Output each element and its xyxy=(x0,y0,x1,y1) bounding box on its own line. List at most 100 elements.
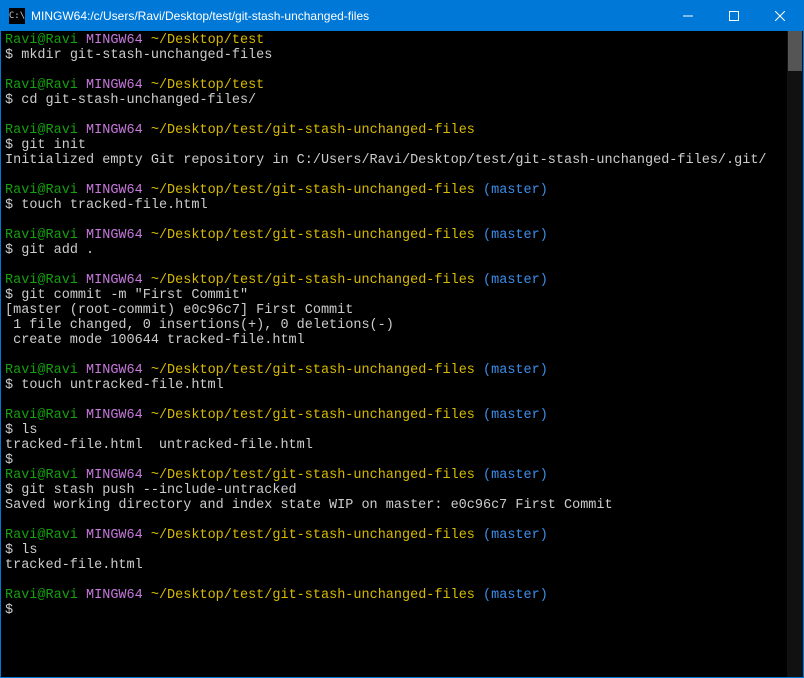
prompt-shell: MINGW64 xyxy=(86,183,143,198)
close-button[interactable] xyxy=(757,1,803,31)
prompt-path: ~/Desktop/test/git-stash-unchanged-files xyxy=(151,363,475,378)
minimize-icon xyxy=(683,11,693,21)
command-line: $ cd git-stash-unchanged-files/ xyxy=(5,93,799,108)
titlebar[interactable]: C:\ MINGW64:/c/Users/Ravi/Desktop/test/g… xyxy=(1,1,803,31)
output-line: Initialized empty Git repository in C:/U… xyxy=(5,153,799,168)
prompt-path: ~/Desktop/test/git-stash-unchanged-files xyxy=(151,588,475,603)
minimize-button[interactable] xyxy=(665,1,711,31)
scrollbar[interactable] xyxy=(787,31,803,677)
prompt-user: Ravi@Ravi xyxy=(5,33,78,48)
prompt-user: Ravi@Ravi xyxy=(5,363,78,378)
output-line: create mode 100644 tracked-file.html xyxy=(5,333,799,348)
prompt-dollar: $ xyxy=(5,543,13,558)
prompt-user: Ravi@Ravi xyxy=(5,183,78,198)
command-line: $ git init xyxy=(5,138,799,153)
prompt-dollar: $ xyxy=(5,243,13,258)
prompt-dollar: $ xyxy=(5,378,13,393)
prompt-user: Ravi@Ravi xyxy=(5,78,78,93)
command-text: git commit -m "First Commit" xyxy=(21,288,248,303)
scrollbar-thumb[interactable] xyxy=(788,31,802,71)
prompt-dollar: $ xyxy=(5,288,13,303)
blank-line xyxy=(5,63,799,78)
command-line: $ xyxy=(5,603,799,618)
blank-line xyxy=(5,393,799,408)
terminal-window: C:\ MINGW64:/c/Users/Ravi/Desktop/test/g… xyxy=(0,0,804,678)
blank-line xyxy=(5,108,799,123)
maximize-button[interactable] xyxy=(711,1,757,31)
close-icon xyxy=(775,11,785,21)
blank-line xyxy=(5,348,799,363)
prompt-line: Ravi@Ravi MINGW64 ~/Desktop/test xyxy=(5,33,799,48)
prompt-user: Ravi@Ravi xyxy=(5,468,78,483)
command-line: $ git stash push --include-untracked xyxy=(5,483,799,498)
prompt-path: ~/Desktop/test xyxy=(151,33,264,48)
command-line: $ ls xyxy=(5,423,799,438)
blank-line xyxy=(5,573,799,588)
prompt-dollar: $ xyxy=(5,138,13,153)
output-line: 1 file changed, 0 insertions(+), 0 delet… xyxy=(5,318,799,333)
prompt-shell: MINGW64 xyxy=(86,363,143,378)
prompt-user: Ravi@Ravi xyxy=(5,273,78,288)
trailing-dollar: $ xyxy=(5,453,799,468)
prompt-path: ~/Desktop/test/git-stash-unchanged-files xyxy=(151,183,475,198)
prompt-shell: MINGW64 xyxy=(86,528,143,543)
command-text: cd git-stash-unchanged-files/ xyxy=(21,93,256,108)
prompt-branch: (master) xyxy=(483,363,548,378)
command-text: ls xyxy=(21,423,37,438)
prompt-path: ~/Desktop/test/git-stash-unchanged-files xyxy=(151,468,475,483)
prompt-user: Ravi@Ravi xyxy=(5,588,78,603)
prompt-dollar: $ xyxy=(5,93,13,108)
blank-line xyxy=(5,258,799,273)
command-text: touch tracked-file.html xyxy=(21,198,207,213)
prompt-dollar: $ xyxy=(5,483,13,498)
prompt-branch: (master) xyxy=(483,228,548,243)
prompt-path: ~/Desktop/test/git-stash-unchanged-files xyxy=(151,228,475,243)
command-line: $ mkdir git-stash-unchanged-files xyxy=(5,48,799,63)
prompt-line: Ravi@Ravi MINGW64 ~/Desktop/test/git-sta… xyxy=(5,228,799,243)
blank-line xyxy=(5,213,799,228)
terminal-body[interactable]: Ravi@Ravi MINGW64 ~/Desktop/test$ mkdir … xyxy=(1,31,803,677)
blank-line xyxy=(5,168,799,183)
prompt-line: Ravi@Ravi MINGW64 ~/Desktop/test/git-sta… xyxy=(5,123,799,138)
prompt-user: Ravi@Ravi xyxy=(5,528,78,543)
prompt-branch: (master) xyxy=(483,183,548,198)
prompt-line: Ravi@Ravi MINGW64 ~/Desktop/test/git-sta… xyxy=(5,588,799,603)
command-line: $ git add . xyxy=(5,243,799,258)
blank-line xyxy=(5,513,799,528)
prompt-line: Ravi@Ravi MINGW64 ~/Desktop/test/git-sta… xyxy=(5,468,799,483)
prompt-shell: MINGW64 xyxy=(86,468,143,483)
prompt-branch: (master) xyxy=(483,408,548,423)
command-line: $ touch tracked-file.html xyxy=(5,198,799,213)
command-text: git stash push --include-untracked xyxy=(21,483,296,498)
prompt-path: ~/Desktop/test/git-stash-unchanged-files xyxy=(151,528,475,543)
prompt-dollar: $ xyxy=(5,198,13,213)
prompt-line: Ravi@Ravi MINGW64 ~/Desktop/test/git-sta… xyxy=(5,528,799,543)
prompt-path: ~/Desktop/test/git-stash-unchanged-files xyxy=(151,273,475,288)
prompt-line: Ravi@Ravi MINGW64 ~/Desktop/test xyxy=(5,78,799,93)
command-line: $ touch untracked-file.html xyxy=(5,378,799,393)
prompt-line: Ravi@Ravi MINGW64 ~/Desktop/test/git-sta… xyxy=(5,183,799,198)
prompt-path: ~/Desktop/test/git-stash-unchanged-files xyxy=(151,123,475,138)
window-title: MINGW64:/c/Users/Ravi/Desktop/test/git-s… xyxy=(31,9,665,23)
window-controls xyxy=(665,1,803,31)
prompt-line: Ravi@Ravi MINGW64 ~/Desktop/test/git-sta… xyxy=(5,408,799,423)
prompt-shell: MINGW64 xyxy=(86,273,143,288)
prompt-path: ~/Desktop/test xyxy=(151,78,264,93)
prompt-branch: (master) xyxy=(483,588,548,603)
command-line: $ git commit -m "First Commit" xyxy=(5,288,799,303)
output-line: tracked-file.html xyxy=(5,558,799,573)
prompt-user: Ravi@Ravi xyxy=(5,228,78,243)
prompt-line: Ravi@Ravi MINGW64 ~/Desktop/test/git-sta… xyxy=(5,363,799,378)
prompt-dollar: $ xyxy=(5,48,13,63)
command-text: touch untracked-file.html xyxy=(21,378,224,393)
prompt-shell: MINGW64 xyxy=(86,228,143,243)
output-line: tracked-file.html untracked-file.html xyxy=(5,438,799,453)
output-line: Saved working directory and index state … xyxy=(5,498,799,513)
command-text: mkdir git-stash-unchanged-files xyxy=(21,48,272,63)
output-line: [master (root-commit) e0c96c7] First Com… xyxy=(5,303,799,318)
command-line: $ ls xyxy=(5,543,799,558)
maximize-icon xyxy=(729,11,739,21)
prompt-dollar: $ xyxy=(5,423,13,438)
prompt-shell: MINGW64 xyxy=(86,588,143,603)
prompt-shell: MINGW64 xyxy=(86,78,143,93)
